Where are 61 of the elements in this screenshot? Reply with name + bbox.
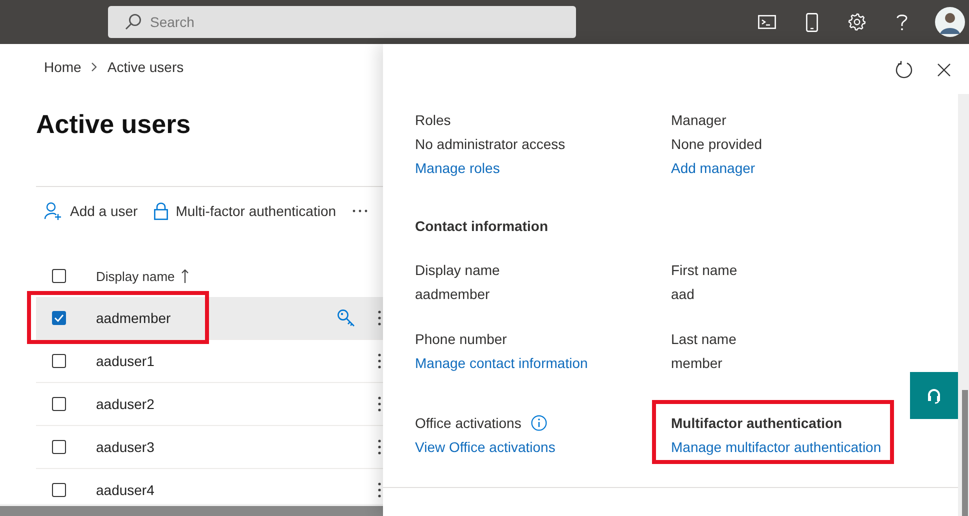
field-value: None provided (671, 135, 764, 154)
help-icon[interactable] (896, 13, 908, 31)
checkbox[interactable] (52, 397, 66, 411)
scrollbar[interactable] (0, 504, 383, 516)
phone-icon[interactable] (806, 12, 818, 32)
toolbar-button[interactable]: Multi-factor authentication (154, 202, 336, 220)
terminal-icon[interactable] (758, 15, 776, 29)
more-options-icon[interactable] (378, 310, 381, 326)
checkbox[interactable] (52, 354, 66, 368)
refresh-icon[interactable] (895, 61, 913, 79)
close-icon[interactable] (937, 63, 951, 77)
user-name[interactable]: aaduser4 (96, 482, 154, 498)
checkbox[interactable] (52, 440, 66, 454)
link[interactable]: Manage multifactor authentication (671, 435, 931, 459)
field-label: Office activations (415, 415, 522, 431)
field-label: Roles (415, 112, 451, 128)
checkbox[interactable] (52, 311, 66, 325)
field-value: aadmember (415, 285, 491, 304)
user-name[interactable]: aadmember (96, 310, 171, 326)
breadcrumb-link[interactable]: Active users (107, 59, 184, 75)
more-options-icon[interactable] (378, 353, 381, 369)
field-label: Display name (415, 262, 500, 278)
field-label: Multifactor authentication (671, 415, 842, 431)
field-label: Manager (671, 112, 726, 128)
link[interactable]: View Office activations (415, 435, 671, 459)
more-options-icon[interactable] (378, 482, 381, 498)
settings-icon[interactable] (848, 13, 866, 31)
field-value: No administrator access (415, 135, 566, 154)
search-icon (124, 13, 142, 31)
field-label: First name (671, 262, 738, 278)
user-name[interactable]: aaduser3 (96, 439, 154, 455)
checkbox[interactable] (52, 483, 66, 497)
section-heading: Contact information (415, 217, 549, 236)
field-value: member (671, 354, 724, 373)
user-name[interactable]: aaduser2 (96, 396, 154, 412)
link[interactable]: Add manager (671, 156, 931, 180)
checkbox[interactable] (52, 269, 66, 283)
field-label: Last name (671, 331, 736, 347)
more-options-icon[interactable] (378, 396, 381, 412)
avatar-icon[interactable] (935, 7, 965, 37)
page-title: Active users (36, 108, 192, 141)
chevron-icon (91, 62, 98, 72)
search-field[interactable]: Search (108, 6, 576, 38)
toolbar-button[interactable]: Add a user (44, 202, 138, 220)
help-button[interactable] (910, 372, 958, 419)
field-label: Phone number (415, 331, 507, 347)
info-icon[interactable] (531, 415, 548, 431)
more-options-icon[interactable] (378, 439, 381, 455)
user-name[interactable]: aaduser1 (96, 353, 154, 369)
add-user-icon (44, 202, 62, 220)
link[interactable]: Manage contact information (415, 351, 671, 375)
field-value: aad (671, 285, 696, 304)
lock-icon (154, 202, 168, 220)
column-header[interactable]: Display name (96, 268, 189, 284)
link[interactable]: Manage roles (415, 156, 671, 180)
key-icon[interactable] (337, 309, 355, 327)
breadcrumb-link[interactable]: Home (44, 59, 82, 75)
table-row[interactable]: aadmember (36, 297, 383, 340)
more-icon[interactable] (352, 209, 368, 213)
scrollbar[interactable] (958, 94, 969, 516)
headset-icon (927, 388, 941, 404)
